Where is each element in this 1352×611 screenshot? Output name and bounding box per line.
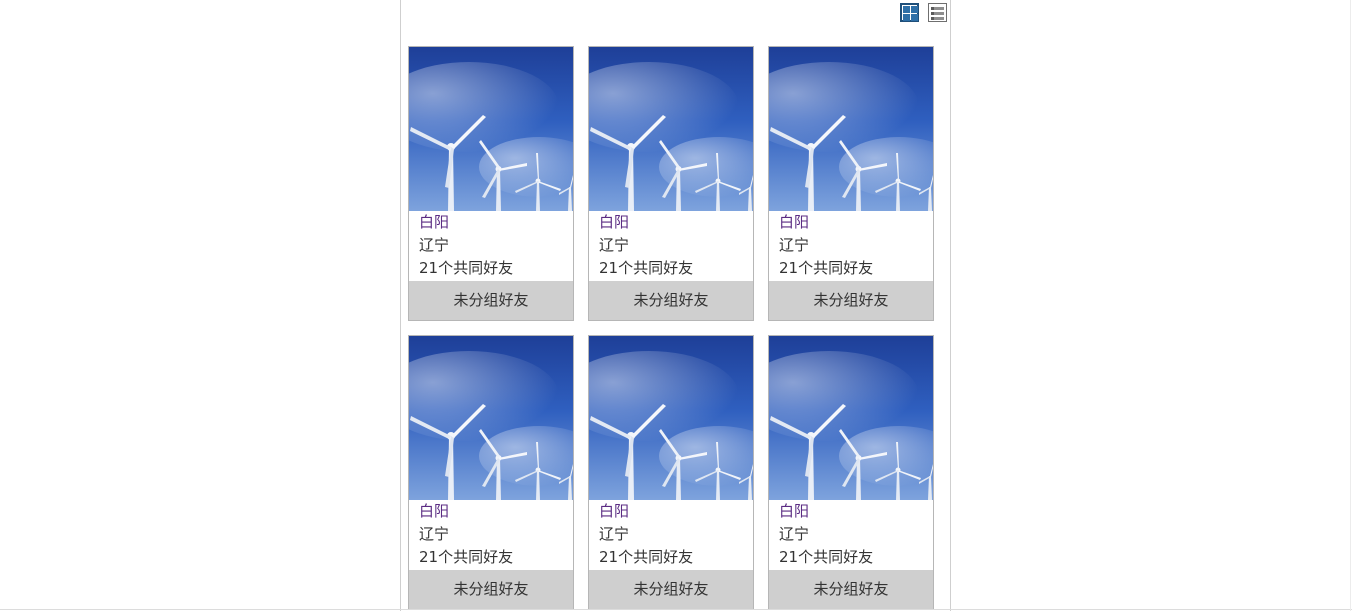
friend-name-link[interactable]: 白阳 bbox=[779, 213, 809, 231]
group-select-button[interactable]: 未分组好友 bbox=[409, 281, 573, 320]
page-divider bbox=[0, 609, 1352, 610]
friend-region: 辽宁 bbox=[779, 236, 810, 254]
scrollbar-edge bbox=[1350, 0, 1351, 611]
friend-region: 辽宁 bbox=[419, 525, 450, 543]
friend-region: 辽宁 bbox=[599, 525, 630, 543]
grid-view-icon[interactable] bbox=[900, 3, 919, 22]
mutual-friends-count: 21个共同好友 bbox=[419, 259, 514, 277]
group-select-button[interactable]: 未分组好友 bbox=[769, 281, 933, 320]
friend-name-link[interactable]: 白阳 bbox=[599, 502, 629, 520]
friend-avatar-image[interactable] bbox=[769, 47, 933, 211]
friend-card: 白阳 辽宁 21个共同好友 未分组好友 bbox=[408, 46, 574, 321]
friend-avatar-image[interactable] bbox=[409, 47, 573, 211]
friend-card: 白阳 辽宁 21个共同好友 未分组好友 bbox=[768, 335, 934, 610]
group-select-button[interactable]: 未分组好友 bbox=[589, 281, 753, 320]
friend-name-link[interactable]: 白阳 bbox=[419, 213, 449, 231]
friend-avatar-image[interactable] bbox=[409, 336, 573, 500]
friend-avatar-image[interactable] bbox=[769, 336, 933, 500]
mutual-friends-count: 21个共同好友 bbox=[779, 259, 874, 277]
friend-region: 辽宁 bbox=[419, 236, 450, 254]
friend-name-link[interactable]: 白阳 bbox=[419, 502, 449, 520]
mutual-friends-count: 21个共同好友 bbox=[599, 259, 694, 277]
mutual-friends-count: 21个共同好友 bbox=[599, 548, 694, 566]
friend-name-link[interactable]: 白阳 bbox=[779, 502, 809, 520]
list-view-icon[interactable] bbox=[928, 3, 947, 22]
friend-card: 白阳 辽宁 21个共同好友 未分组好友 bbox=[768, 46, 934, 321]
friend-card: 白阳 辽宁 21个共同好友 未分组好友 bbox=[588, 46, 754, 321]
friend-region: 辽宁 bbox=[779, 525, 810, 543]
mutual-friends-count: 21个共同好友 bbox=[779, 548, 874, 566]
friend-avatar-image[interactable] bbox=[589, 336, 753, 500]
group-select-button[interactable]: 未分组好友 bbox=[409, 570, 573, 609]
group-select-button[interactable]: 未分组好友 bbox=[589, 570, 753, 609]
friend-name-link[interactable]: 白阳 bbox=[599, 213, 629, 231]
friends-panel: 白阳 辽宁 21个共同好友 未分组好友 白阳 辽宁 21个共同好友 未分组好友 … bbox=[400, 0, 951, 611]
friend-region: 辽宁 bbox=[599, 236, 630, 254]
friend-avatar-image[interactable] bbox=[589, 47, 753, 211]
friend-card: 白阳 辽宁 21个共同好友 未分组好友 bbox=[588, 335, 754, 610]
friend-card: 白阳 辽宁 21个共同好友 未分组好友 bbox=[408, 335, 574, 610]
mutual-friends-count: 21个共同好友 bbox=[419, 548, 514, 566]
group-select-button[interactable]: 未分组好友 bbox=[769, 570, 933, 609]
